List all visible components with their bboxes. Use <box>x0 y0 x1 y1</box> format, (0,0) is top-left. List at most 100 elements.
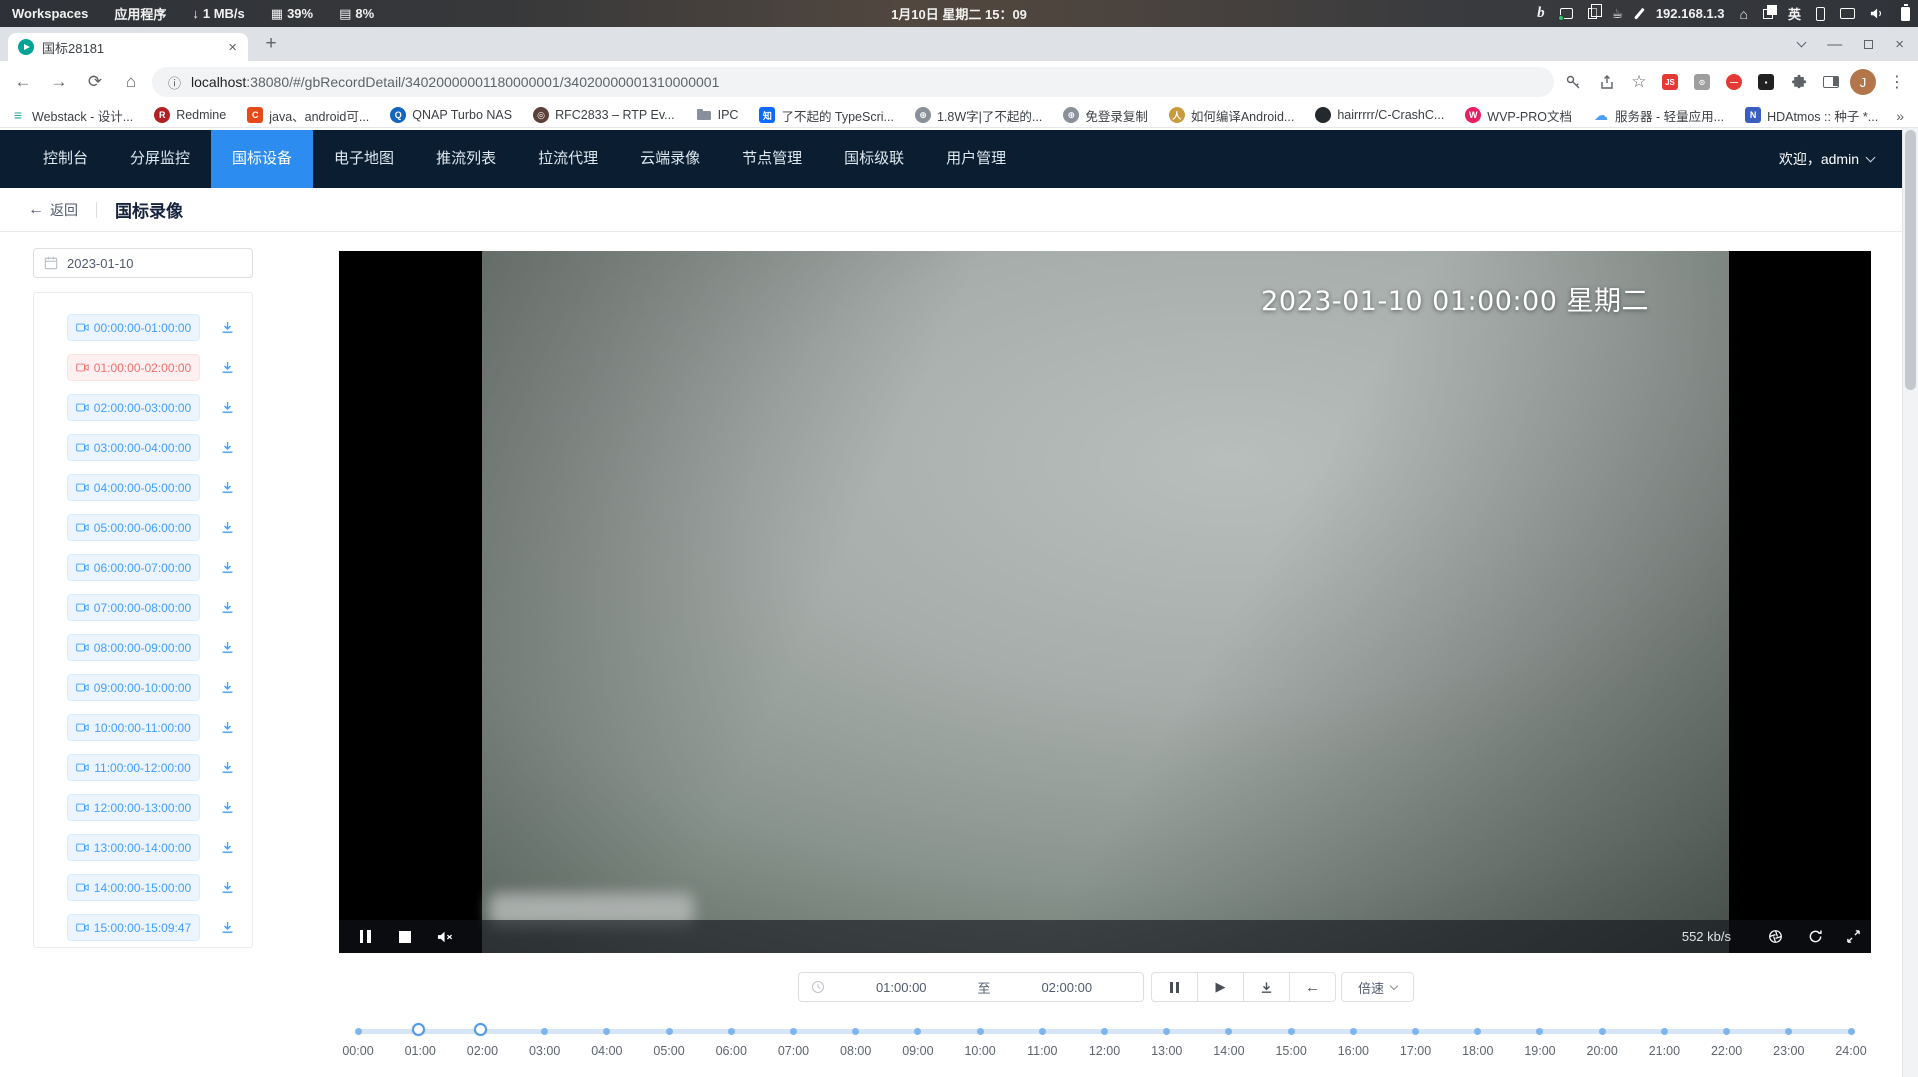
speed-dropdown[interactable]: 倍速 <box>1341 972 1414 1002</box>
bookmark-item[interactable]: hairrrrr/C-CrashC... <box>1315 107 1444 123</box>
record-range-button[interactable]: 11:00:00-12:00:00 <box>67 754 200 781</box>
record-range-button[interactable]: 12:00:00-13:00:00 <box>67 794 200 821</box>
profile-avatar[interactable]: J <box>1850 69 1876 95</box>
home-tray-icon[interactable]: ⌂ <box>1740 6 1748 22</box>
tab-search-icon[interactable] <box>1797 38 1807 48</box>
record-download-button[interactable] <box>215 596 239 620</box>
record-range-button[interactable]: 08:00:00-09:00:00 <box>67 634 200 661</box>
date-picker-input[interactable]: 2023-01-10 <box>33 248 253 278</box>
record-range-button[interactable]: 05:00:00-06:00:00 <box>67 514 200 541</box>
nav-tab-4[interactable]: 推流列表 <box>415 130 517 188</box>
record-download-button[interactable] <box>215 316 239 340</box>
windows-tray-icon[interactable] <box>1763 9 1773 19</box>
address-bar[interactable]: ⓘ localhost :38080/#/gbRecordDetail/3402… <box>152 67 1554 97</box>
input-language-indicator[interactable]: 英 <box>1788 4 1801 23</box>
workspaces-button[interactable]: Workspaces <box>12 6 88 21</box>
reload-icon[interactable]: ⟳ <box>82 61 108 103</box>
volume-icon[interactable] <box>1870 7 1886 20</box>
fullscreen-icon[interactable] <box>1841 920 1865 953</box>
bookmark-item[interactable]: ⊕免登录复制 <box>1063 106 1148 125</box>
extensions-puzzle-icon[interactable] <box>1786 61 1812 103</box>
bookmark-item[interactable]: NHDAtmos :: 种子 *... <box>1745 106 1878 125</box>
timeline-slider[interactable]: 00:0001:0002:0003:0004:0005:0006:0007:00… <box>358 1022 1851 1064</box>
nav-tab-1[interactable]: 分屏监控 <box>109 130 211 188</box>
scrollbar-thumb[interactable] <box>1905 130 1916 390</box>
start-time-value[interactable]: 01:00:00 <box>825 980 978 995</box>
page-scrollbar[interactable] <box>1902 128 1918 1077</box>
bookmark-item[interactable]: RRedmine <box>154 107 226 123</box>
browser-menu-icon[interactable]: ⋮ <box>1884 61 1910 103</box>
bookmark-item[interactable]: 知了不起的 TypeScri... <box>759 106 894 125</box>
bookmark-item[interactable]: QQNAP Turbo NAS <box>390 107 512 123</box>
share-icon[interactable] <box>1594 61 1620 103</box>
record-download-button[interactable] <box>215 756 239 780</box>
nav-tab-2[interactable]: 国标设备 <box>211 130 313 188</box>
coffee-tray-icon[interactable]: ☕ <box>1612 6 1624 22</box>
record-range-button[interactable]: 02:00:00-03:00:00 <box>67 394 200 421</box>
play-button[interactable]: ▶ <box>1197 972 1244 1002</box>
nav-tab-7[interactable]: 节点管理 <box>721 130 823 188</box>
side-panel-icon[interactable] <box>1818 61 1844 103</box>
browser-home-icon[interactable]: ⌂ <box>118 61 144 103</box>
minimize-button[interactable]: — <box>1827 37 1842 52</box>
tab-close-icon[interactable]: × <box>225 39 240 56</box>
display-tray-icon[interactable] <box>1840 8 1855 19</box>
download-button[interactable] <box>1243 972 1290 1002</box>
bookmark-item[interactable]: Cjava、android可... <box>247 106 369 125</box>
extension-gray-icon[interactable]: ⊙ <box>1694 74 1710 90</box>
rewind-button[interactable]: ← <box>1289 972 1336 1002</box>
record-download-button[interactable] <box>215 636 239 660</box>
password-key-icon[interactable] <box>1560 61 1586 103</box>
back-button[interactable]: ← 返回 <box>28 200 78 220</box>
record-download-button[interactable] <box>215 436 239 460</box>
back-icon[interactable]: ← <box>10 61 36 103</box>
record-download-button[interactable] <box>215 516 239 540</box>
end-time-value[interactable]: 02:00:00 <box>991 980 1144 995</box>
record-download-button[interactable] <box>215 476 239 500</box>
nav-tab-8[interactable]: 国标级联 <box>823 130 925 188</box>
record-range-button[interactable]: 06:00:00-07:00:00 <box>67 554 200 581</box>
phone-tray-icon[interactable] <box>1816 7 1825 21</box>
user-menu[interactable]: 欢迎，admin <box>1779 130 1874 188</box>
close-button[interactable]: × <box>1895 37 1904 52</box>
player-pause-icon[interactable] <box>353 920 377 953</box>
new-tab-button[interactable]: + <box>260 34 282 56</box>
extension-js-icon[interactable]: JS <box>1662 74 1678 90</box>
record-range-button[interactable]: 14:00:00-15:00:00 <box>67 874 200 901</box>
time-range-input[interactable]: 01:00:00 至 02:00:00 <box>798 972 1144 1002</box>
applications-button[interactable]: 应用程序 <box>114 4 166 23</box>
record-range-button[interactable]: 03:00:00-04:00:00 <box>67 434 200 461</box>
pause-button[interactable] <box>1151 972 1198 1002</box>
record-download-button[interactable] <box>215 556 239 580</box>
record-range-button[interactable]: 10:00:00-11:00:00 <box>67 714 200 741</box>
desktop-clock[interactable]: 1月10日 星期二 15：09 <box>891 4 1027 23</box>
bookmark-star-icon[interactable]: ☆ <box>1626 61 1652 103</box>
bookmark-item[interactable]: ≡Webstack - 设计... <box>10 106 133 125</box>
record-download-button[interactable] <box>215 836 239 860</box>
bookmark-item[interactable]: 人如何编译Android... <box>1169 106 1295 125</box>
record-range-button[interactable]: 09:00:00-10:00:00 <box>67 674 200 701</box>
extension-red-icon[interactable]: — <box>1726 74 1742 90</box>
timeline-handle[interactable] <box>474 1023 487 1036</box>
extension-black-icon[interactable]: ▪ <box>1758 74 1774 90</box>
bookmark-item[interactable]: ☁服务器 - 轻量应用... <box>1593 106 1724 125</box>
bookmarks-overflow-icon[interactable]: » <box>1896 108 1904 124</box>
bookmark-item[interactable]: IPC <box>696 107 739 123</box>
bookmark-item[interactable]: WWVP-PRO文档 <box>1465 106 1572 125</box>
record-range-button[interactable]: 13:00:00-14:00:00 <box>67 834 200 861</box>
record-download-button[interactable] <box>215 716 239 740</box>
record-range-button[interactable]: 07:00:00-08:00:00 <box>67 594 200 621</box>
snapshot-shutter-icon[interactable] <box>1763 920 1787 953</box>
forward-icon[interactable]: → <box>46 61 72 103</box>
nav-tab-6[interactable]: 云端录像 <box>619 130 721 188</box>
record-range-button[interactable]: 00:00:00-01:00:00 <box>67 314 200 341</box>
clipboard-tray-icon[interactable] <box>1588 8 1597 19</box>
record-download-button[interactable] <box>215 916 239 940</box>
maximize-button[interactable] <box>1864 40 1873 49</box>
bookmark-item[interactable]: ◎RFC2833 – RTP Ev... <box>533 107 675 123</box>
player-mute-icon[interactable] <box>433 920 457 953</box>
bing-tray-icon[interactable]: b <box>1537 5 1545 22</box>
player-stop-icon[interactable] <box>393 920 417 953</box>
record-range-button[interactable]: 15:00:00-15:09:47 <box>67 914 200 941</box>
timeline-handle[interactable] <box>412 1023 425 1036</box>
